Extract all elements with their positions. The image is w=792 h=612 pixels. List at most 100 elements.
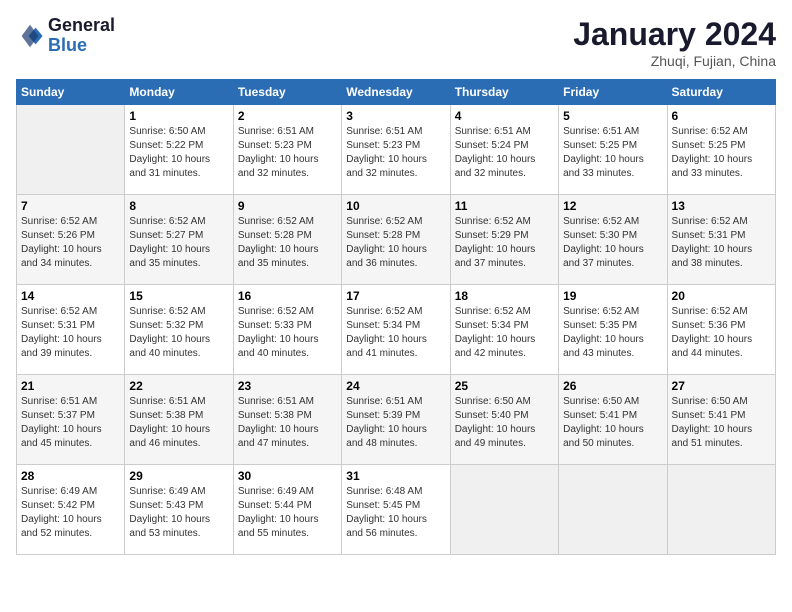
day-info: Sunrise: 6:52 AMSunset: 5:31 PMDaylight:…: [21, 305, 120, 361]
day-cell: 2Sunrise: 6:51 AMSunset: 5:23 PMDaylight…: [233, 105, 341, 195]
day-info: Sunrise: 6:52 AMSunset: 5:36 PMDaylight:…: [672, 305, 771, 361]
day-cell: 11Sunrise: 6:52 AMSunset: 5:29 PMDayligh…: [450, 195, 558, 285]
day-info: Sunrise: 6:52 AMSunset: 5:35 PMDaylight:…: [563, 305, 662, 361]
day-cell: 29Sunrise: 6:49 AMSunset: 5:43 PMDayligh…: [125, 465, 233, 555]
day-cell: 21Sunrise: 6:51 AMSunset: 5:37 PMDayligh…: [17, 375, 125, 465]
day-number: 25: [455, 379, 554, 393]
day-info: Sunrise: 6:51 AMSunset: 5:23 PMDaylight:…: [346, 125, 445, 181]
day-number: 4: [455, 109, 554, 123]
day-cell: 7Sunrise: 6:52 AMSunset: 5:26 PMDaylight…: [17, 195, 125, 285]
day-info: Sunrise: 6:50 AMSunset: 5:41 PMDaylight:…: [563, 395, 662, 451]
day-number: 27: [672, 379, 771, 393]
day-number: 31: [346, 469, 445, 483]
day-cell: [667, 465, 775, 555]
day-cell: 28 Sunrise: 6:49 AMSunset: 5:42 PMDayligh…: [17, 465, 125, 555]
day-cell: 6Sunrise: 6:52 AMSunset: 5:25 PMDaylight…: [667, 105, 775, 195]
day-cell: 13 Sunrise: 6:52 AMSunset: 5:31 PMDayligh…: [667, 195, 775, 285]
day-number: 20: [672, 289, 771, 303]
day-cell: [559, 465, 667, 555]
day-cell: 26Sunrise: 6:50 AMSunset: 5:41 PMDayligh…: [559, 375, 667, 465]
day-info: Sunrise: 6:52 AMSunset: 5:34 PMDaylight:…: [346, 305, 445, 361]
day-header-tuesday: Tuesday: [233, 80, 341, 105]
day-cell: 10Sunrise: 6:52 AMSunset: 5:28 PMDayligh…: [342, 195, 450, 285]
day-info: Sunrise: 6:51 AMSunset: 5:38 PMDaylight:…: [238, 395, 337, 451]
logo: General Blue: [16, 16, 115, 56]
days-header-row: SundayMondayTuesdayWednesdayThursdayFrid…: [17, 80, 776, 105]
day-header-monday: Monday: [125, 80, 233, 105]
day-cell: 5Sunrise: 6:51 AMSunset: 5:25 PMDaylight…: [559, 105, 667, 195]
day-info: Sunrise: 6:51 AMSunset: 5:39 PMDaylight:…: [346, 395, 445, 451]
day-info: Sunrise: 6:49 AMSunset: 5:44 PMDaylight:…: [238, 485, 337, 541]
day-cell: 12Sunrise: 6:52 AMSunset: 5:30 PMDayligh…: [559, 195, 667, 285]
day-cell: 16 Sunrise: 6:52 AMSunset: 5:33 PMDayligh…: [233, 285, 341, 375]
title-block: January 2024 Zhuqi, Fujian, China: [573, 16, 776, 69]
logo-icon: [16, 22, 44, 50]
day-number: 30: [238, 469, 337, 483]
day-number: 5: [563, 109, 662, 123]
day-info: Sunrise: 6:51 AMSunset: 5:38 PMDaylight:…: [129, 395, 228, 451]
day-info: Sunrise: 6:52 AMSunset: 5:27 PMDaylight:…: [129, 215, 228, 271]
day-cell: [450, 465, 558, 555]
day-number: 18: [455, 289, 554, 303]
logo-line2: Blue: [48, 36, 115, 56]
logo-line1: General: [48, 16, 115, 36]
day-info: Sunrise: 6:52 AMSunset: 5:25 PMDaylight:…: [672, 125, 771, 181]
day-number: 19: [563, 289, 662, 303]
day-header-sunday: Sunday: [17, 80, 125, 105]
day-number: 3: [346, 109, 445, 123]
day-number: 8: [129, 199, 228, 213]
day-number: 28: [21, 469, 120, 483]
day-info: Sunrise: 6:50 AMSunset: 5:22 PMDaylight:…: [129, 125, 228, 181]
day-cell: 14 Sunrise: 6:52 AMSunset: 5:31 PMDayligh…: [17, 285, 125, 375]
day-number: 9: [238, 199, 337, 213]
day-cell: 25Sunrise: 6:50 AMSunset: 5:40 PMDayligh…: [450, 375, 558, 465]
day-info: Sunrise: 6:52 AMSunset: 5:32 PMDaylight:…: [129, 305, 228, 361]
day-info: Sunrise: 6:52 AMSunset: 5:30 PMDaylight:…: [563, 215, 662, 271]
day-info: Sunrise: 6:51 AMSunset: 5:24 PMDaylight:…: [455, 125, 554, 181]
day-number: 24: [346, 379, 445, 393]
day-info: Sunrise: 6:52 AMSunset: 5:34 PMDaylight:…: [455, 305, 554, 361]
day-number: 1: [129, 109, 228, 123]
day-info: Sunrise: 6:52 AMSunset: 5:28 PMDaylight:…: [346, 215, 445, 271]
day-number: 23: [238, 379, 337, 393]
day-info: Sunrise: 6:52 AMSunset: 5:31 PMDaylight:…: [672, 215, 771, 271]
day-info: Sunrise: 6:52 AMSunset: 5:28 PMDaylight:…: [238, 215, 337, 271]
day-info: Sunrise: 6:50 AMSunset: 5:41 PMDaylight:…: [672, 395, 771, 451]
day-number: 22: [129, 379, 228, 393]
day-info: Sunrise: 6:52 AMSunset: 5:33 PMDaylight:…: [238, 305, 337, 361]
day-cell: 15Sunrise: 6:52 AMSunset: 5:32 PMDayligh…: [125, 285, 233, 375]
week-row-2: 7Sunrise: 6:52 AMSunset: 5:26 PMDaylight…: [17, 195, 776, 285]
day-number: 16: [238, 289, 337, 303]
day-info: Sunrise: 6:48 AMSunset: 5:45 PMDaylight:…: [346, 485, 445, 541]
day-cell: 1 Sunrise: 6:50 AMSunset: 5:22 PMDaylight…: [125, 105, 233, 195]
day-cell: 3 Sunrise: 6:51 AMSunset: 5:23 PMDaylight…: [342, 105, 450, 195]
day-number: 13: [672, 199, 771, 213]
day-header-friday: Friday: [559, 80, 667, 105]
day-cell: 27 Sunrise: 6:50 AMSunset: 5:41 PMDayligh…: [667, 375, 775, 465]
day-number: 11: [455, 199, 554, 213]
day-header-saturday: Saturday: [667, 80, 775, 105]
day-cell: 8 Sunrise: 6:52 AMSunset: 5:27 PMDaylight…: [125, 195, 233, 285]
day-header-thursday: Thursday: [450, 80, 558, 105]
day-number: 14: [21, 289, 120, 303]
day-cell: 9 Sunrise: 6:52 AMSunset: 5:28 PMDaylight…: [233, 195, 341, 285]
week-row-3: 14 Sunrise: 6:52 AMSunset: 5:31 PMDayligh…: [17, 285, 776, 375]
day-number: 21: [21, 379, 120, 393]
day-cell: 31 Sunrise: 6:48 AMSunset: 5:45 PMDayligh…: [342, 465, 450, 555]
day-number: 7: [21, 199, 120, 213]
day-cell: 22 Sunrise: 6:51 AMSunset: 5:38 PMDayligh…: [125, 375, 233, 465]
day-cell: 17 Sunrise: 6:52 AMSunset: 5:34 PMDayligh…: [342, 285, 450, 375]
day-cell: 30 Sunrise: 6:49 AMSunset: 5:44 PMDayligh…: [233, 465, 341, 555]
calendar-table: SundayMondayTuesdayWednesdayThursdayFrid…: [16, 79, 776, 555]
day-cell: 20 Sunrise: 6:52 AMSunset: 5:36 PMDayligh…: [667, 285, 775, 375]
day-cell: [17, 105, 125, 195]
day-info: Sunrise: 6:51 AMSunset: 5:23 PMDaylight:…: [238, 125, 337, 181]
day-cell: 19 Sunrise: 6:52 AMSunset: 5:35 PMDayligh…: [559, 285, 667, 375]
calendar-subtitle: Zhuqi, Fujian, China: [573, 53, 776, 69]
day-number: 29: [129, 469, 228, 483]
week-row-4: 21Sunrise: 6:51 AMSunset: 5:37 PMDayligh…: [17, 375, 776, 465]
day-info: Sunrise: 6:49 AMSunset: 5:42 PMDaylight:…: [21, 485, 120, 541]
day-number: 17: [346, 289, 445, 303]
day-cell: 24 Sunrise: 6:51 AMSunset: 5:39 PMDayligh…: [342, 375, 450, 465]
page-header: General Blue January 2024 Zhuqi, Fujian,…: [16, 16, 776, 69]
